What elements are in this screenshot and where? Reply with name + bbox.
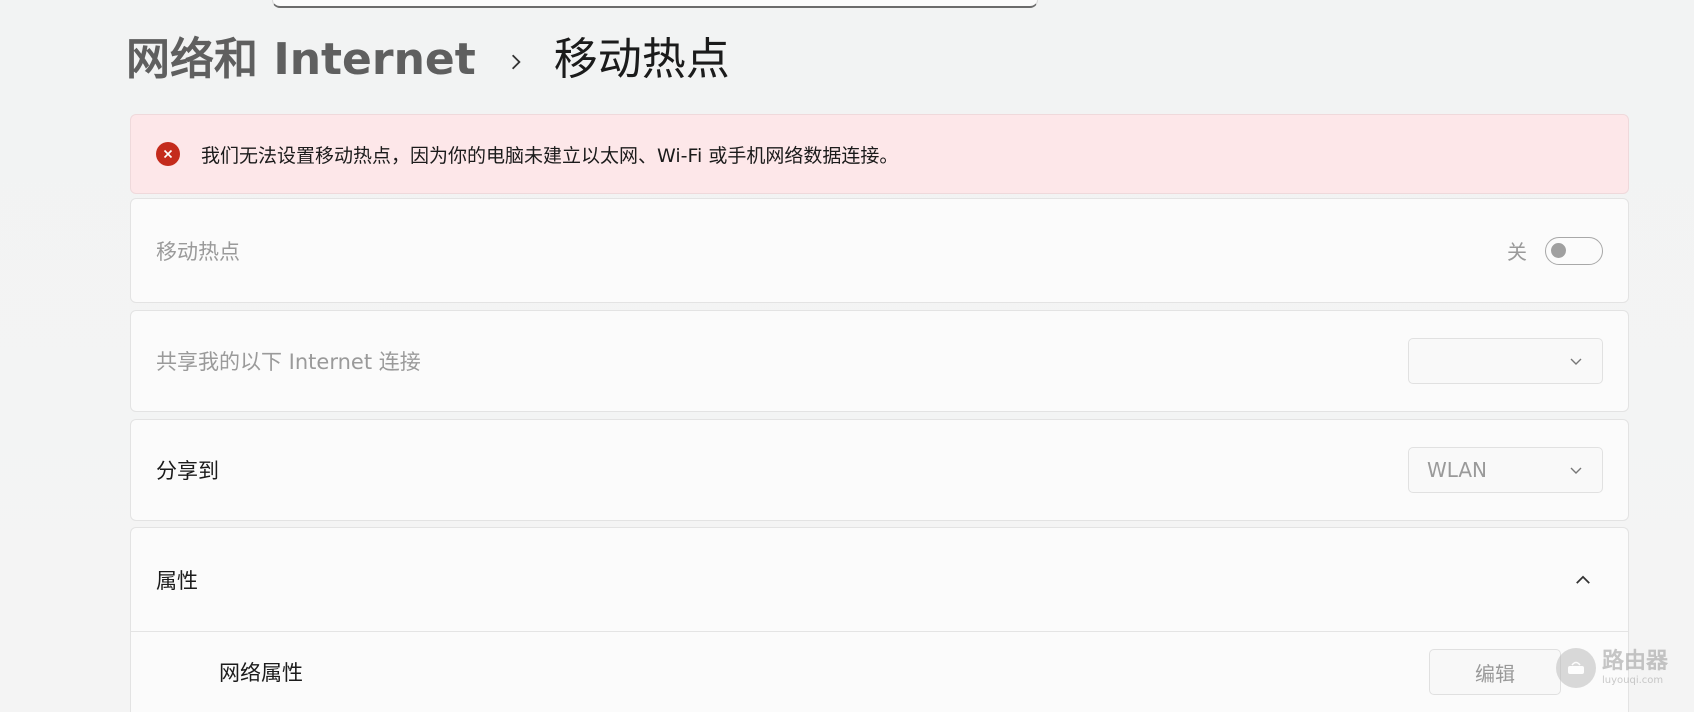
chevron-down-icon <box>1570 467 1582 474</box>
breadcrumb: 网络和 Internet 移动热点 <box>126 30 730 90</box>
share-connection-row: 共享我的以下 Internet 连接 <box>130 310 1629 412</box>
properties-label: 属性 <box>156 568 198 593</box>
breadcrumb-parent-link[interactable]: 网络和 Internet <box>126 38 476 82</box>
router-logo-icon <box>1556 648 1596 688</box>
search-box[interactable] <box>272 0 1038 8</box>
mobile-hotspot-row: 移动热点 关 <box>130 198 1629 303</box>
properties-section: 属性 网络属性 编辑 <box>130 527 1629 712</box>
chevron-down-icon <box>1570 358 1582 365</box>
watermark: 路由器 luyouqi.com <box>1556 648 1668 688</box>
network-properties-row: 网络属性 编辑 <box>131 632 1628 712</box>
watermark-title: 路由器 <box>1602 649 1669 675</box>
toggle-knob <box>1551 242 1566 258</box>
mobile-hotspot-label: 移动热点 <box>156 239 240 264</box>
chevron-up-icon[interactable] <box>1573 570 1593 590</box>
chevron-right-icon <box>496 38 536 82</box>
watermark-url: luyouqi.com <box>1602 674 1664 686</box>
page-title: 移动热点 <box>553 34 730 85</box>
network-properties-label: 网络属性 <box>219 661 303 685</box>
share-to-row: 分享到 WLAN <box>130 419 1629 521</box>
share-connection-label: 共享我的以下 Internet 连接 <box>156 350 421 374</box>
share-connection-dropdown[interactable] <box>1408 338 1603 384</box>
share-to-value: WLAN <box>1427 458 1488 482</box>
edit-button[interactable]: 编辑 <box>1429 649 1561 695</box>
error-banner: 我们无法设置移动热点，因为你的电脑未建立以太网、Wi-Fi 或手机网络数据连接。 <box>130 114 1629 194</box>
share-to-label: 分享到 <box>156 459 219 483</box>
error-message: 我们无法设置移动热点，因为你的电脑未建立以太网、Wi-Fi 或手机网络数据连接。 <box>201 144 899 167</box>
mobile-hotspot-toggle[interactable] <box>1545 236 1603 265</box>
share-to-dropdown[interactable]: WLAN <box>1408 447 1603 493</box>
settings-page: 网络和 Internet 移动热点 我们无法设置移动热点，因为你的电脑未建立以太… <box>0 0 1694 712</box>
toggle-state-label: 关 <box>1507 240 1527 264</box>
error-circle-icon <box>156 142 180 166</box>
properties-header[interactable]: 属性 <box>131 528 1628 632</box>
